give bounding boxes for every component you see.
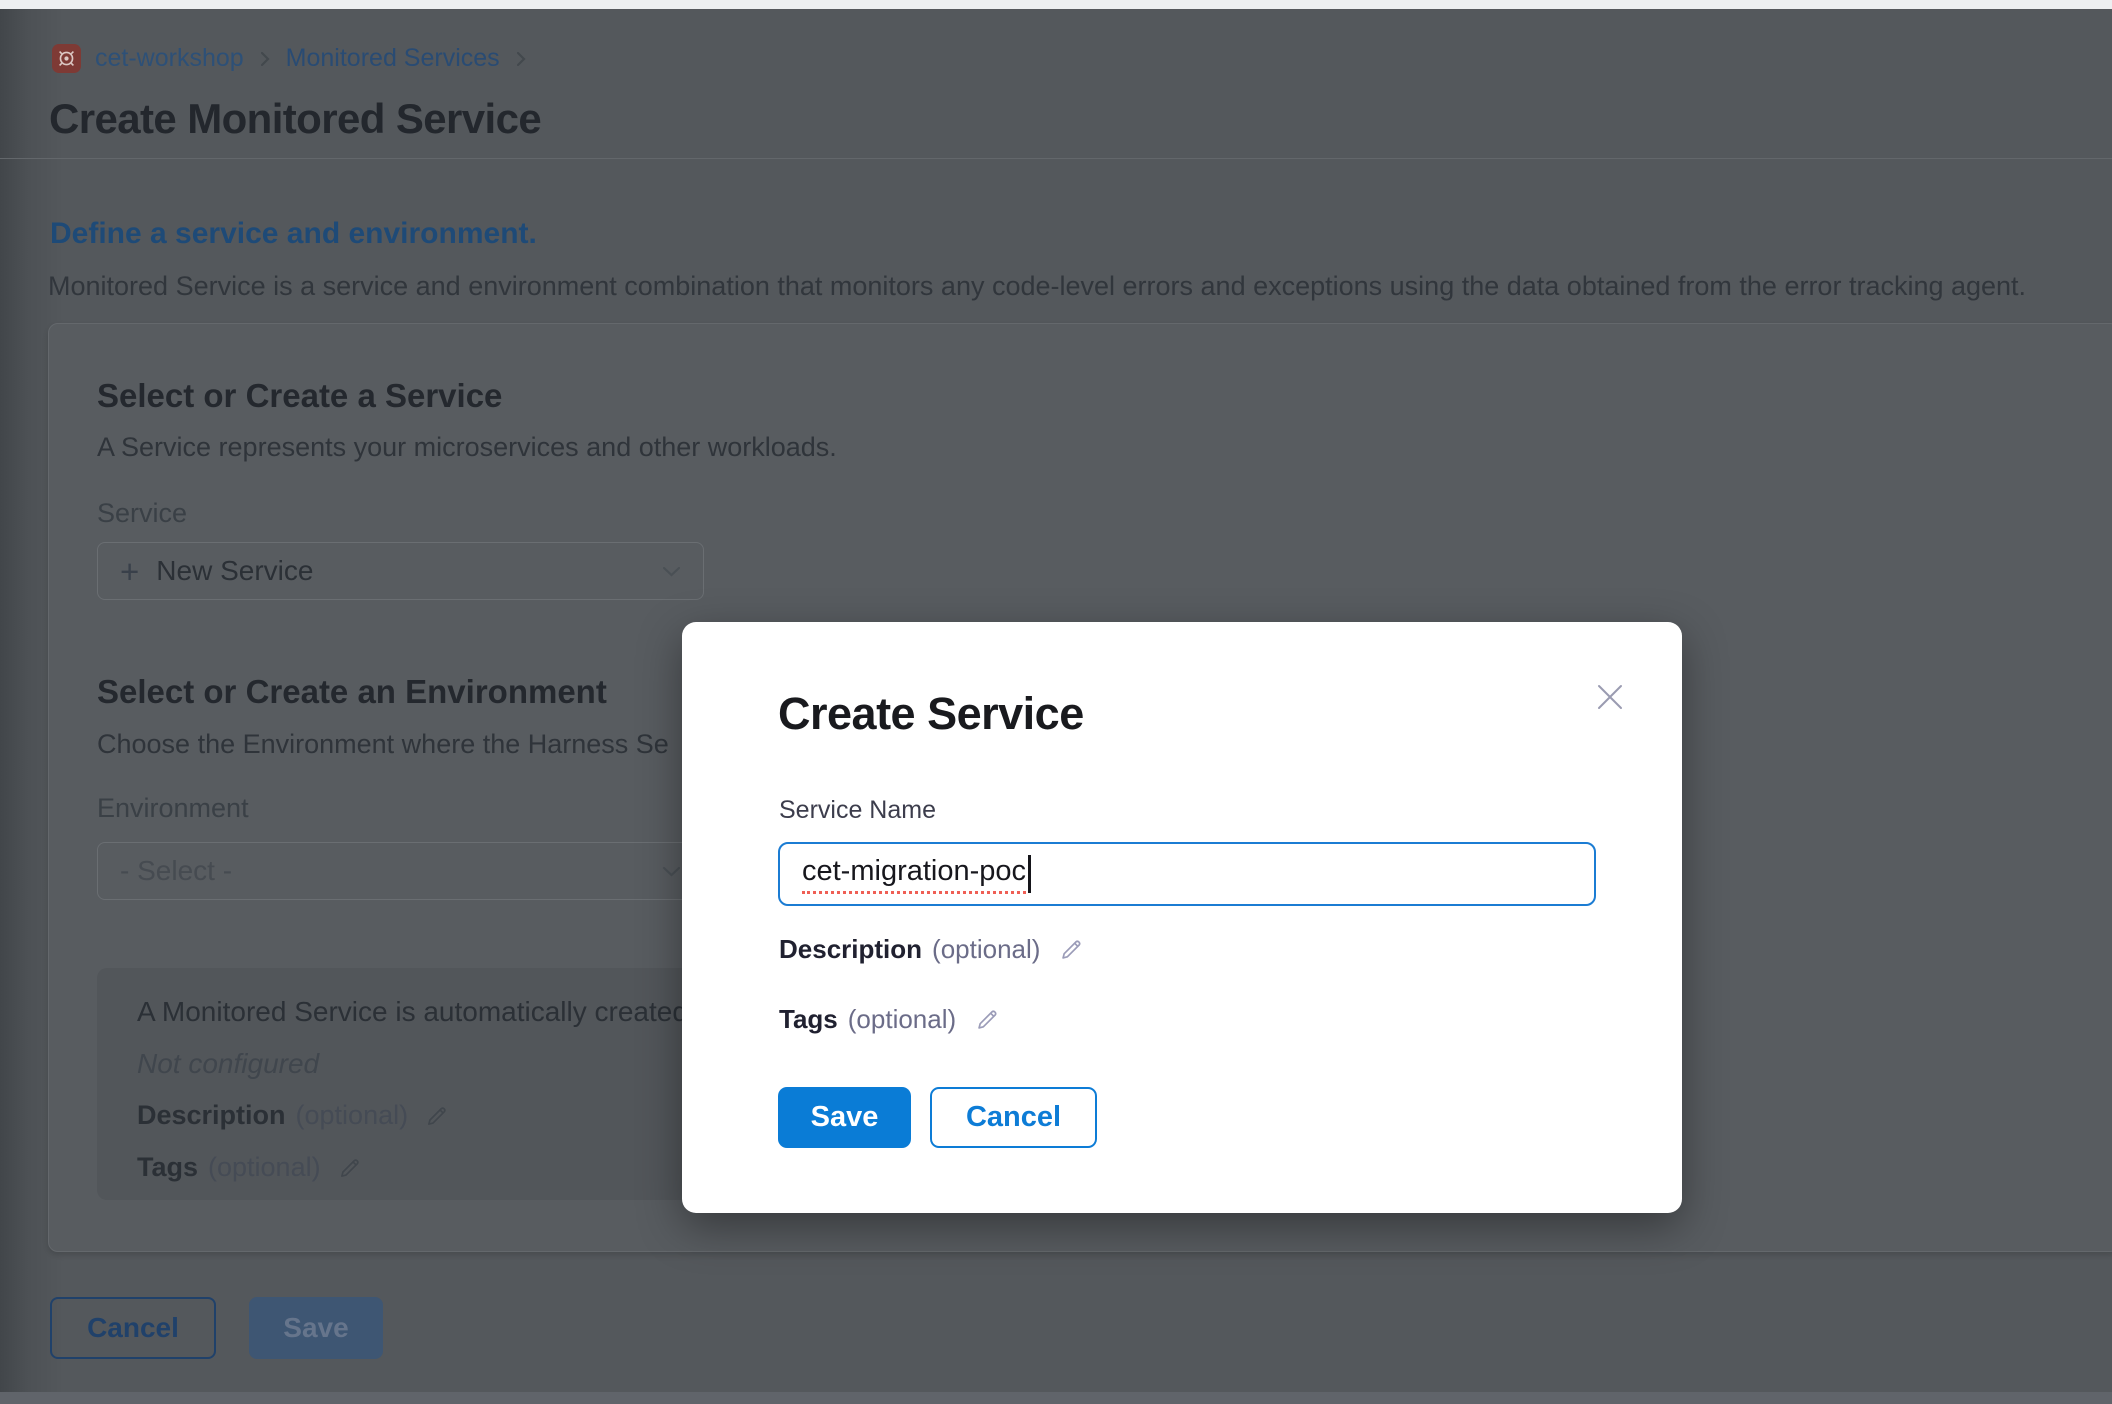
service-section-heading: Select or Create a Service [97,377,502,415]
edit-pencil-icon[interactable] [424,1103,450,1129]
summary-intro-line: A Monitored Service is automatically cre… [137,996,688,1028]
summary-description-row: Description (optional) [137,1100,450,1131]
summary-tags-row: Tags (optional) [137,1152,363,1183]
service-name-label: Service Name [779,796,936,825]
environment-dropdown-value: - Select - [120,855,232,887]
breadcrumb: cet-workshop Monitored Services [52,44,528,73]
page-title: Create Monitored Service [49,95,541,143]
tags-label: Tags [779,1004,838,1035]
tags-label: Tags [137,1152,198,1183]
edit-pencil-icon[interactable] [1058,936,1085,963]
chevron-right-icon [258,49,272,69]
page-save-button-disabled[interactable]: Save [249,1297,383,1359]
description-optional-label: (optional) [296,1100,409,1131]
environment-section-subtext: Choose the Environment where the Harness… [97,729,669,760]
summary-status-text: Not configured [137,1048,319,1080]
service-section-subtext: A Service represents your microservices … [97,432,837,463]
edit-pencil-icon[interactable] [337,1155,363,1181]
modal-cancel-button[interactable]: Cancel [930,1087,1097,1148]
chevron-down-icon [662,566,681,577]
intro-text: Monitored Service is a service and envir… [48,271,2026,302]
service-name-input[interactable]: cet-migration-poc [778,842,1596,906]
header-divider [0,158,2112,159]
edit-pencil-icon[interactable] [974,1006,1001,1033]
text-caret [1028,855,1031,893]
intro-heading: Define a service and environment. [50,217,537,251]
description-label: Description [779,934,922,965]
breadcrumb-monitored-services-link[interactable]: Monitored Services [286,44,500,73]
service-dropdown[interactable]: + New Service [97,542,704,600]
modal-description-row: Description (optional) [779,934,1085,965]
breadcrumb-project-link[interactable]: cet-workshop [95,44,244,73]
service-field-label: Service [97,498,187,529]
close-icon[interactable] [1587,674,1633,720]
screen: cet-workshop Monitored Services Create M… [0,0,2112,1404]
environment-section-heading: Select or Create an Environment [97,673,607,711]
bottom-window-strip [0,1392,2112,1404]
tags-optional-label: (optional) [208,1152,321,1183]
tags-optional-label: (optional) [848,1004,956,1035]
environment-dropdown[interactable]: - Select - [97,842,704,900]
environment-field-label: Environment [97,793,249,824]
service-name-value: cet-migration-poc [802,855,1026,894]
error-tracking-target-icon [52,44,81,73]
chevron-right-icon [514,49,528,69]
page-cancel-button[interactable]: Cancel [50,1297,216,1359]
top-window-strip [0,0,2112,9]
modal-save-button[interactable]: Save [778,1087,911,1148]
create-service-modal: Create Service Service Name cet-migratio… [682,622,1682,1213]
chevron-down-icon [662,866,681,877]
plus-icon: + [120,555,139,588]
modal-title: Create Service [778,688,1084,740]
description-optional-label: (optional) [932,934,1040,965]
description-label: Description [137,1100,286,1131]
service-dropdown-value: New Service [156,555,313,587]
modal-tags-row: Tags (optional) [779,1004,1001,1035]
